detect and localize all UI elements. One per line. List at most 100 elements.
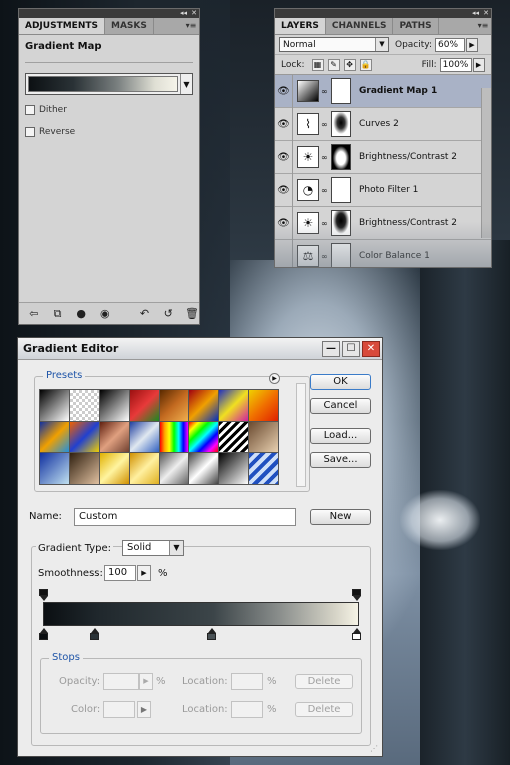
preset-swatch[interactable]: [40, 421, 69, 453]
smoothness-input[interactable]: 100: [104, 565, 136, 581]
preset-swatch[interactable]: [129, 421, 159, 453]
color-arrow-icon[interactable]: ▶: [137, 701, 151, 718]
layer-name[interactable]: Color Balance 1: [359, 251, 430, 261]
preset-swatch[interactable]: [40, 390, 69, 421]
layer-row[interactable]: 👁 ◔ ∞ Photo Filter 1: [275, 173, 491, 207]
trash-icon[interactable]: 🗑: [185, 307, 199, 321]
panel-topbar[interactable]: ◂◂ ✕: [19, 9, 199, 18]
link-icon[interactable]: ∞: [321, 87, 329, 96]
new-button[interactable]: New: [310, 509, 371, 525]
preset-swatch[interactable]: [219, 390, 249, 421]
preset-swatch[interactable]: [249, 453, 278, 484]
layer-name[interactable]: Gradient Map 1: [359, 86, 437, 96]
preset-swatch[interactable]: [40, 453, 69, 484]
layer-mask-thumbnail[interactable]: [331, 243, 351, 267]
collapse-icon[interactable]: ◂◂: [180, 9, 187, 18]
expanded-view-icon[interactable]: ⧉: [51, 307, 65, 321]
preset-swatch[interactable]: [219, 453, 249, 484]
layer-mask-thumbnail[interactable]: [331, 210, 351, 236]
preset-swatch[interactable]: [159, 390, 189, 421]
layers-scrollbar[interactable]: [481, 88, 491, 238]
preset-swatch[interactable]: [159, 421, 189, 453]
link-icon[interactable]: ∞: [321, 252, 329, 261]
minimize-icon[interactable]: —: [322, 340, 340, 357]
link-icon[interactable]: ∞: [321, 120, 329, 129]
preset-swatch[interactable]: [69, 390, 99, 421]
preset-swatch[interactable]: [219, 421, 249, 453]
stop-opacity-slider-button[interactable]: ▶: [139, 673, 153, 690]
opacity-input[interactable]: 60%: [435, 37, 465, 52]
eye-icon[interactable]: 👁: [275, 107, 293, 141]
reverse-checkbox[interactable]: [25, 127, 35, 137]
color-stop[interactable]: [39, 628, 48, 641]
chevron-down-icon[interactable]: ▼: [180, 74, 192, 94]
tab-paths[interactable]: PATHS: [393, 18, 439, 34]
chevron-down-icon[interactable]: ▼: [375, 38, 388, 51]
layer-name[interactable]: Curves 2: [359, 119, 399, 129]
layer-row[interactable]: 👁 ⌇ ∞ Curves 2: [275, 107, 491, 141]
preset-swatch[interactable]: [129, 453, 159, 484]
color-stop[interactable]: [207, 628, 216, 641]
reset-icon[interactable]: ↺: [161, 307, 175, 321]
layer-row[interactable]: 👁 ☀ ∞ Brightness/Contrast 2: [275, 206, 491, 240]
preset-swatch[interactable]: [189, 421, 219, 453]
layer-name[interactable]: Photo Filter 1: [359, 185, 418, 195]
preset-swatch[interactable]: [249, 421, 278, 453]
lock-transparency-icon[interactable]: ▦: [311, 58, 324, 71]
dialog-titlebar[interactable]: Gradient Editor — ☐ ✕: [18, 338, 382, 360]
layer-name[interactable]: Brightness/Contrast 2: [359, 152, 457, 162]
preset-swatch[interactable]: [69, 421, 99, 453]
opacity-slider-button[interactable]: ▶: [466, 37, 478, 52]
name-input[interactable]: Custom: [74, 508, 296, 526]
eye-icon[interactable]: 👁: [275, 206, 293, 240]
preset-swatch[interactable]: [99, 390, 129, 421]
fill-input[interactable]: 100%: [439, 57, 472, 72]
color-stop[interactable]: [352, 628, 361, 641]
preset-swatch[interactable]: [69, 453, 99, 484]
tab-adjustments[interactable]: ADJUSTMENTS: [19, 18, 105, 34]
preset-swatch[interactable]: [189, 453, 219, 484]
clip-layer-icon[interactable]: ●: [74, 307, 88, 321]
preset-swatch[interactable]: [249, 390, 278, 421]
dither-checkbox[interactable]: [25, 105, 35, 115]
save-button[interactable]: Save...: [310, 452, 371, 468]
layer-name[interactable]: Brightness/Contrast 2: [359, 218, 457, 228]
gradient-picker[interactable]: ▼: [25, 73, 193, 95]
cancel-button[interactable]: Cancel: [310, 398, 371, 414]
resize-grip-icon[interactable]: ⋰: [370, 744, 380, 754]
layer-mask-thumbnail[interactable]: [331, 177, 351, 203]
eye-icon[interactable]: 👁: [275, 74, 293, 108]
panel-topbar[interactable]: ◂◂ ✕: [275, 9, 491, 18]
opacity-location-input[interactable]: [231, 673, 263, 690]
load-button[interactable]: Load...: [310, 428, 371, 444]
fill-slider-button[interactable]: ▶: [472, 57, 485, 72]
visibility-eye-icon[interactable]: ◉: [98, 307, 112, 321]
close-panel-icon[interactable]: ✕: [191, 9, 197, 18]
maximize-icon[interactable]: ☐: [342, 340, 360, 357]
back-arrow-icon[interactable]: ⇦: [27, 307, 41, 321]
layer-mask-thumbnail[interactable]: [331, 78, 351, 104]
panel-menu-icon[interactable]: ▾≡: [475, 18, 491, 34]
lock-position-icon[interactable]: ✥: [343, 58, 356, 71]
color-stop[interactable]: [90, 628, 99, 641]
layer-mask-thumbnail[interactable]: [331, 111, 351, 137]
delete-opacity-stop-button[interactable]: Delete: [295, 674, 353, 689]
link-icon[interactable]: ∞: [321, 153, 329, 162]
blend-mode-select[interactable]: Normal ▼: [279, 37, 389, 52]
stop-opacity-input[interactable]: [103, 673, 139, 690]
opacity-stop[interactable]: [39, 589, 48, 602]
link-icon[interactable]: ∞: [321, 219, 329, 228]
close-panel-icon[interactable]: ✕: [483, 9, 489, 18]
color-location-input[interactable]: [231, 701, 263, 718]
eye-icon[interactable]: 👁: [275, 173, 293, 207]
lock-pixels-icon[interactable]: ✎: [327, 58, 340, 71]
gradient-type-select[interactable]: Solid ▼: [122, 540, 184, 556]
delete-color-stop-button[interactable]: Delete: [295, 702, 353, 717]
ok-button[interactable]: OK: [310, 374, 371, 390]
presets-menu-icon[interactable]: ▶: [269, 373, 280, 384]
layer-row[interactable]: 👁 ☀ ∞ Brightness/Contrast 2: [275, 140, 491, 174]
eye-icon[interactable]: 👁: [275, 140, 293, 174]
link-icon[interactable]: ∞: [321, 186, 329, 195]
preset-swatch[interactable]: [189, 390, 219, 421]
gradient-bar[interactable]: [43, 602, 359, 626]
